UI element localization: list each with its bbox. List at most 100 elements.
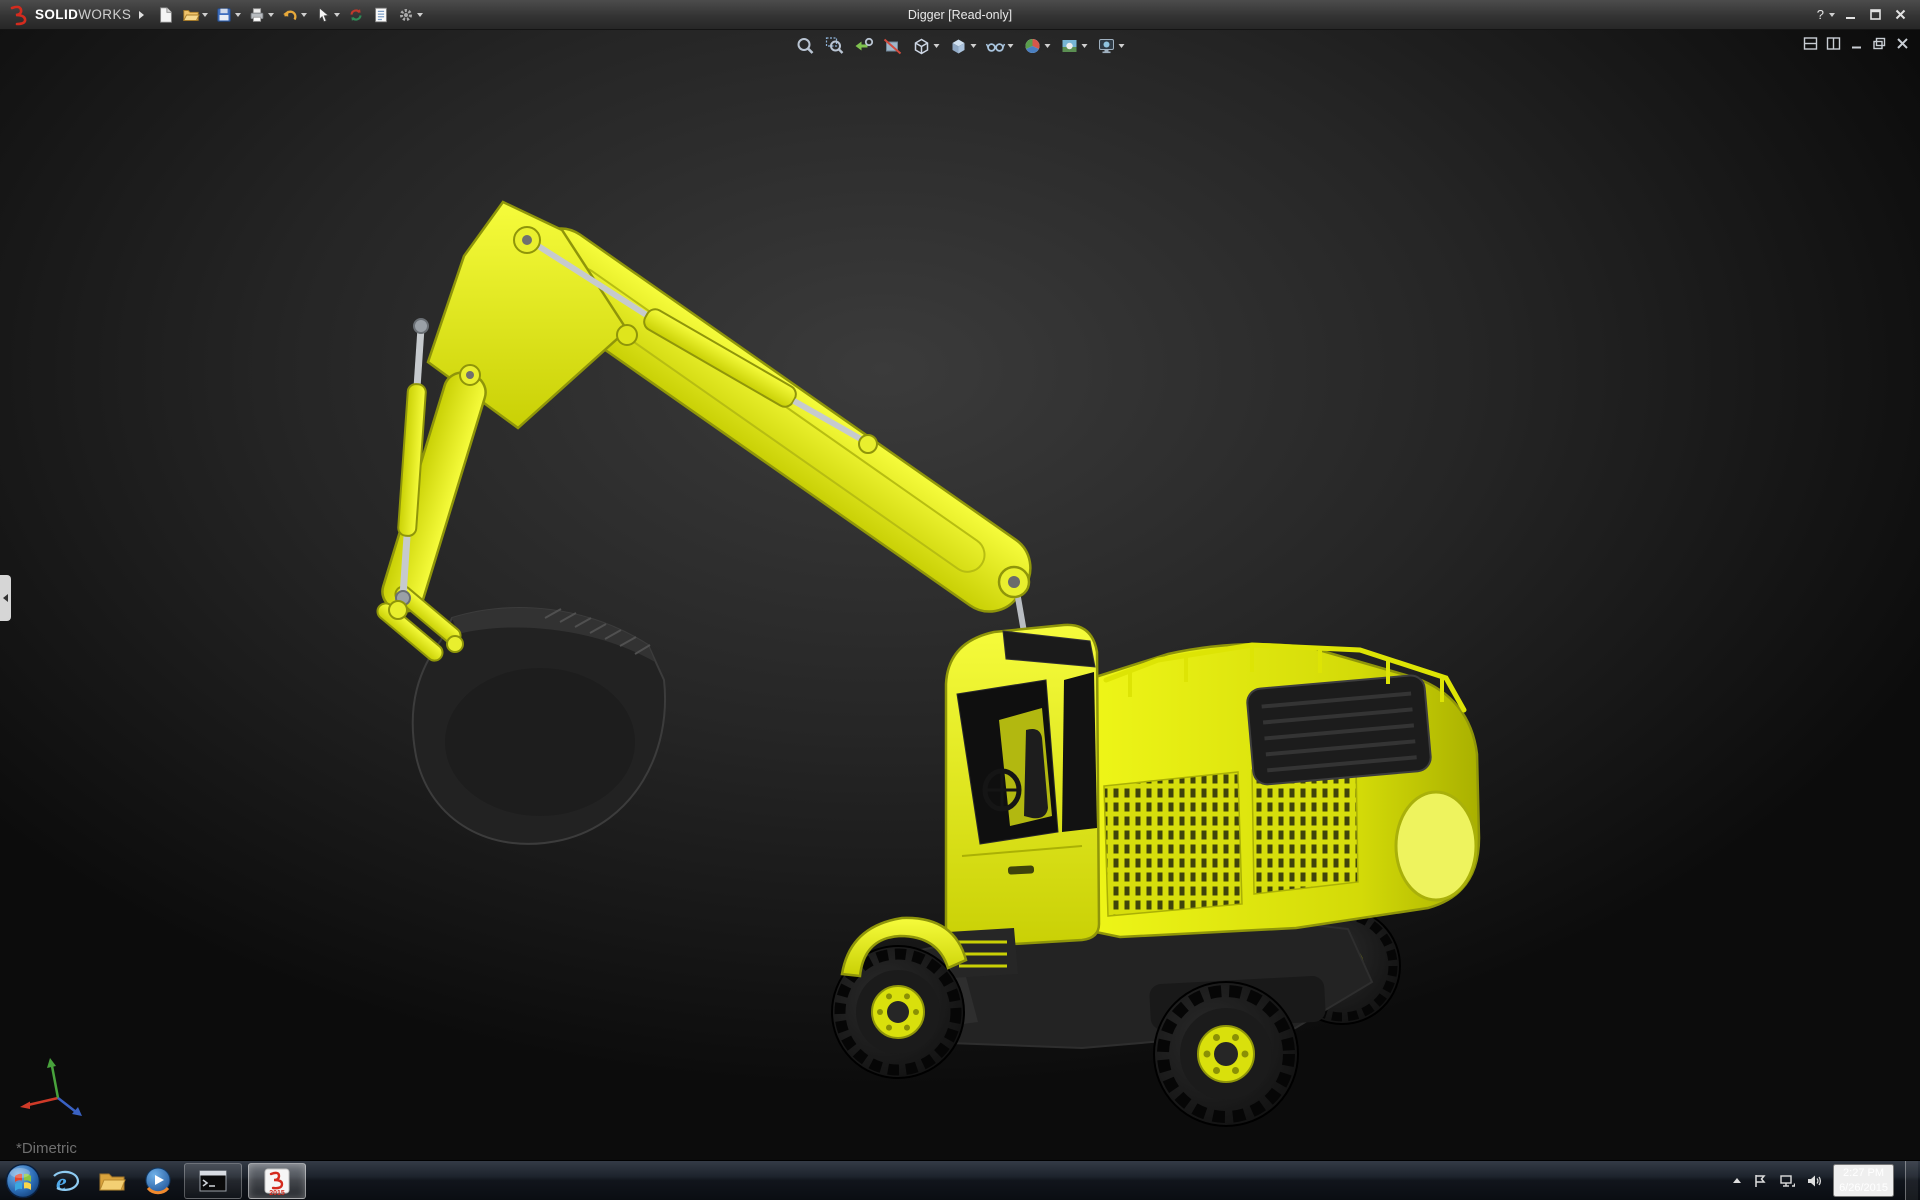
undo-icon (281, 6, 299, 24)
maximize-icon (1869, 8, 1882, 21)
save-button[interactable] (212, 2, 244, 28)
undo-button[interactable] (278, 2, 310, 28)
solidworks-year-badge: 2015 (249, 1190, 305, 1197)
file-properties-icon (372, 6, 390, 24)
digger-model[interactable] (0, 30, 1920, 1160)
wheel-rear-left[interactable] (1154, 982, 1298, 1126)
engine-housing[interactable] (1086, 644, 1479, 937)
print-icon (248, 6, 266, 24)
start-button[interactable] (3, 1161, 43, 1200)
help-button[interactable]: ? (1817, 7, 1835, 22)
document-minimize-button[interactable] (1849, 36, 1864, 51)
rebuild-button[interactable] (344, 2, 368, 28)
door-handle (1008, 865, 1034, 874)
media-player-icon (143, 1166, 173, 1196)
open-button[interactable] (179, 2, 211, 28)
windows-start-icon (5, 1163, 41, 1199)
taskbar-clock[interactable]: 2:27 PM 6/26/2015 (1833, 1164, 1894, 1198)
view-orientation-button[interactable] (910, 33, 942, 59)
boom-base-joint-pin (1008, 576, 1020, 588)
previous-view-icon (854, 36, 874, 56)
cab[interactable] (946, 625, 1099, 947)
zoom-to-area-button[interactable] (823, 33, 847, 59)
select-cursor-icon (314, 6, 332, 24)
document-close-button[interactable] (1895, 36, 1910, 51)
view-settings-monitor-icon (1097, 36, 1117, 56)
tile-horizontal-button[interactable] (1803, 36, 1818, 51)
minimize-button[interactable] (1841, 8, 1860, 21)
menu-expand-arrow[interactable] (139, 11, 144, 19)
section-view-icon (883, 36, 903, 56)
open-folder-icon (182, 6, 200, 24)
hide-show-items-button[interactable] (984, 33, 1016, 59)
solidworks-logo-icon (8, 4, 30, 26)
display-style-button[interactable] (947, 33, 979, 59)
save-icon (215, 6, 233, 24)
dropdown-caret[interactable] (1045, 44, 1051, 48)
stick-arm[interactable] (378, 368, 490, 616)
speaker-icon (1806, 1173, 1822, 1189)
command-prompt-icon (198, 1169, 228, 1193)
titlebar-controls: ? (1817, 7, 1920, 22)
select-button[interactable] (311, 2, 343, 28)
dropdown-caret[interactable] (235, 13, 241, 17)
edit-appearance-button[interactable] (1021, 33, 1053, 59)
appearance-sphere-icon (1023, 36, 1043, 56)
network-tray-icon[interactable] (1779, 1173, 1795, 1189)
engine-vent (1246, 674, 1432, 785)
dropdown-caret[interactable] (934, 44, 940, 48)
system-tray: 2:27 PM 6/26/2015 (1733, 1161, 1920, 1200)
boom-arm[interactable] (428, 202, 1044, 625)
dropdown-caret[interactable] (1119, 44, 1125, 48)
print-button[interactable] (245, 2, 277, 28)
folder-icon (97, 1166, 127, 1196)
maximize-button[interactable] (1866, 8, 1885, 21)
dropdown-caret[interactable] (1829, 13, 1835, 17)
display-style-cube-icon (949, 36, 969, 56)
network-icon (1779, 1173, 1795, 1189)
new-button[interactable] (154, 2, 178, 28)
chevron-up-icon (1733, 1178, 1741, 1183)
taskbar-explorer[interactable] (89, 1161, 135, 1200)
glasses-icon (986, 36, 1006, 56)
taskbar-command-prompt[interactable] (184, 1163, 242, 1199)
action-center-tray-icon[interactable] (1752, 1173, 1768, 1189)
clock-time: 2:27 PM (1839, 1166, 1888, 1181)
dropdown-caret[interactable] (202, 13, 208, 17)
dropdown-caret[interactable] (268, 13, 274, 17)
options-button[interactable] (394, 2, 426, 28)
previous-view-button[interactable] (852, 33, 876, 59)
dropdown-caret[interactable] (971, 44, 977, 48)
solidworks-logo: SOLIDWORKS (0, 4, 131, 26)
volume-tray-icon[interactable] (1806, 1173, 1822, 1189)
dropdown-caret[interactable] (417, 13, 423, 17)
triad-x-axis (20, 1102, 30, 1110)
featuremanager-flyout-tab[interactable] (0, 575, 11, 621)
scene-icon (1060, 36, 1080, 56)
view-orientation-cube-icon (912, 36, 932, 56)
apply-scene-button[interactable] (1058, 33, 1090, 59)
section-view-button[interactable] (881, 33, 905, 59)
taskbar-solidworks[interactable]: 2015 (248, 1163, 306, 1199)
taskbar-ie[interactable]: e (43, 1161, 89, 1200)
close-button[interactable] (1891, 8, 1910, 21)
graphics-viewport[interactable]: *Dimetric (0, 30, 1920, 1160)
document-minimize-icon (1849, 36, 1864, 51)
dropdown-caret[interactable] (1082, 44, 1088, 48)
document-restore-icon (1872, 36, 1887, 51)
show-desktop-button[interactable] (1905, 1161, 1918, 1200)
help-glyph: ? (1817, 7, 1824, 22)
zoom-to-fit-button[interactable] (794, 33, 818, 59)
document-restore-button[interactable] (1872, 36, 1887, 51)
flag-icon (1752, 1173, 1768, 1189)
tile-horizontal-icon (1803, 36, 1818, 51)
tile-vertical-icon (1826, 36, 1841, 51)
tile-vertical-button[interactable] (1826, 36, 1841, 51)
dropdown-caret[interactable] (301, 13, 307, 17)
taskbar-media-player[interactable] (135, 1161, 181, 1200)
view-settings-button[interactable] (1095, 33, 1127, 59)
dropdown-caret[interactable] (334, 13, 340, 17)
dropdown-caret[interactable] (1008, 44, 1014, 48)
file-properties-button[interactable] (369, 2, 393, 28)
hidden-icons-button[interactable] (1733, 1178, 1741, 1183)
